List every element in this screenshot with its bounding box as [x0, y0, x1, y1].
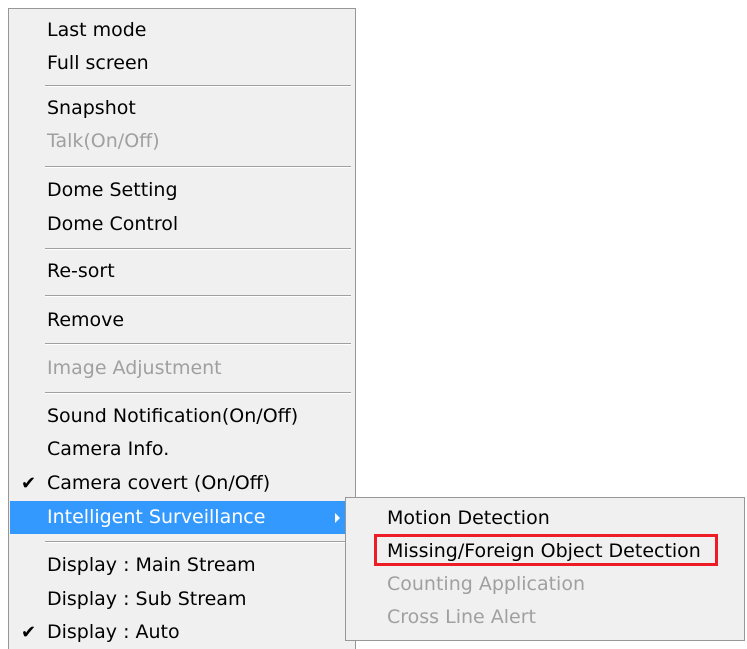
menu-item-label: Re-sort [47, 260, 115, 282]
menu-item-label: Image Adjustment [47, 357, 222, 379]
menu-separator [45, 541, 351, 543]
menu-item-label: Last mode [47, 19, 147, 41]
menu-item-last-mode[interactable]: Last mode [10, 14, 354, 47]
menu-item-re-sort[interactable]: Re-sort [10, 255, 354, 288]
checkmark-icon: ✔ [21, 622, 37, 643]
menu-item-sound-notification[interactable]: Sound Notification(On/Off) [10, 400, 354, 433]
menu-separator [45, 343, 351, 345]
menu-item-display-sub-stream[interactable]: Display : Sub Stream [10, 583, 354, 616]
menu-item-label: Dome Control [47, 213, 179, 235]
submenu-item-counting-application: Counting Application [347, 568, 743, 601]
menu-item-camera-covert[interactable]: ✔ Camera covert (On/Off) [10, 467, 354, 500]
menu-item-label: Dome Setting [47, 179, 178, 201]
menu-item-display-main-stream[interactable]: Display : Main Stream [10, 549, 354, 582]
menu-item-label: Camera Info. [47, 438, 170, 460]
submenu-intelligent-surveillance: Motion Detection Missing/Foreign Object … [345, 497, 745, 641]
menu-item-label: Intelligent Surveillance [47, 506, 266, 528]
menu-item-talk: Talk(On/Off) [10, 125, 354, 158]
submenu-item-cross-line-alert: Cross Line Alert [347, 601, 743, 634]
menu-item-dome-control[interactable]: Dome Control [10, 208, 354, 241]
menu-item-display-auto[interactable]: ✔ Display : Auto [10, 616, 354, 649]
menu-separator [45, 295, 351, 297]
checkmark-icon: ✔ [21, 473, 37, 494]
menu-item-label: Camera covert (On/Off) [47, 472, 271, 494]
menu-item-dome-setting[interactable]: Dome Setting [10, 174, 354, 207]
menu-item-snapshot[interactable]: Snapshot [10, 92, 354, 125]
menu-item-remove[interactable]: Remove [10, 304, 354, 337]
menu-item-image-adjustment: Image Adjustment [10, 352, 354, 385]
menu-item-label: Counting Application [387, 573, 586, 595]
menu-item-label: Cross Line Alert [387, 606, 536, 628]
menu-item-intelligent-surveillance[interactable]: Intelligent Surveillance [10, 501, 354, 534]
highlight-box [374, 534, 718, 566]
menu-item-label: Sound Notification(On/Off) [47, 405, 299, 427]
menu-item-label: Full screen [47, 52, 149, 74]
menu-item-label: Talk(On/Off) [47, 130, 160, 152]
submenu-item-motion-detection[interactable]: Motion Detection [347, 502, 743, 535]
menu-item-label: Display : Sub Stream [47, 588, 247, 610]
submenu-arrow-icon [335, 513, 340, 523]
menu-item-label: Display : Auto [47, 621, 180, 643]
menu-separator [45, 85, 351, 87]
menu-separator [45, 248, 351, 250]
menu-item-label: Motion Detection [387, 507, 550, 529]
menu-item-camera-info[interactable]: Camera Info. [10, 433, 354, 466]
menu-item-full-screen[interactable]: Full screen [10, 47, 354, 80]
menu-separator [45, 392, 351, 394]
context-menu: Last mode Full screen Snapshot Talk(On/O… [8, 8, 356, 649]
menu-separator [45, 166, 351, 168]
menu-item-label: Remove [47, 309, 125, 331]
menu-item-label: Snapshot [47, 97, 136, 119]
menu-item-label: Display : Main Stream [47, 554, 256, 576]
